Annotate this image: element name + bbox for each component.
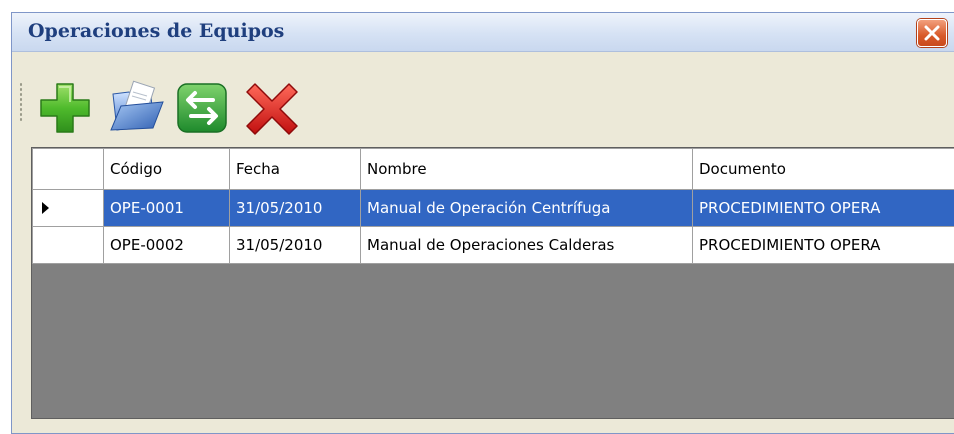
swap-button[interactable] [175, 80, 231, 136]
grid-table: Código Fecha Nombre Documento OPE-0001 3… [32, 148, 954, 264]
window-title: Operaciones de Equipos [28, 20, 284, 42]
cell-nombre[interactable]: Manual de Operación Centrífuga [361, 190, 693, 227]
delete-button[interactable] [245, 80, 301, 136]
row-header[interactable] [33, 190, 104, 227]
row-header-corner[interactable] [33, 149, 104, 190]
table-row[interactable]: OPE-0001 31/05/2010 Manual de Operación … [33, 190, 954, 227]
grid-header-row: Código Fecha Nombre Documento [33, 149, 954, 190]
add-icon [37, 80, 93, 136]
cell-documento[interactable]: PROCEDIMIENTO OPERA [693, 190, 954, 227]
title-bar[interactable]: Operaciones de Equipos [12, 13, 954, 52]
cell-fecha[interactable]: 31/05/2010 [230, 227, 361, 264]
current-row-arrow-icon [42, 202, 49, 214]
cell-documento[interactable]: PROCEDIMIENTO OPERA [693, 227, 954, 264]
close-icon [924, 25, 940, 41]
cell-codigo[interactable]: OPE-0002 [104, 227, 230, 264]
table-row[interactable]: OPE-0002 31/05/2010 Manual de Operacione… [33, 227, 954, 264]
column-header-nombre[interactable]: Nombre [361, 149, 693, 190]
column-header-fecha[interactable]: Fecha [230, 149, 361, 190]
column-header-documento[interactable]: Documento [693, 149, 954, 190]
column-header-codigo[interactable]: Código [104, 149, 230, 190]
row-header[interactable] [33, 227, 104, 264]
add-button[interactable] [37, 80, 93, 136]
cell-codigo[interactable]: OPE-0001 [104, 190, 230, 227]
delete-icon [245, 80, 301, 136]
open-folder-icon [107, 80, 167, 136]
cell-fecha[interactable]: 31/05/2010 [230, 190, 361, 227]
data-grid: Código Fecha Nombre Documento OPE-0001 3… [31, 147, 954, 419]
toolbar [12, 52, 954, 126]
toolbar-grip[interactable] [19, 82, 23, 122]
cell-nombre[interactable]: Manual de Operaciones Calderas [361, 227, 693, 264]
swap-arrows-icon [175, 80, 231, 136]
close-button[interactable] [917, 19, 947, 47]
open-button[interactable] [107, 80, 163, 136]
